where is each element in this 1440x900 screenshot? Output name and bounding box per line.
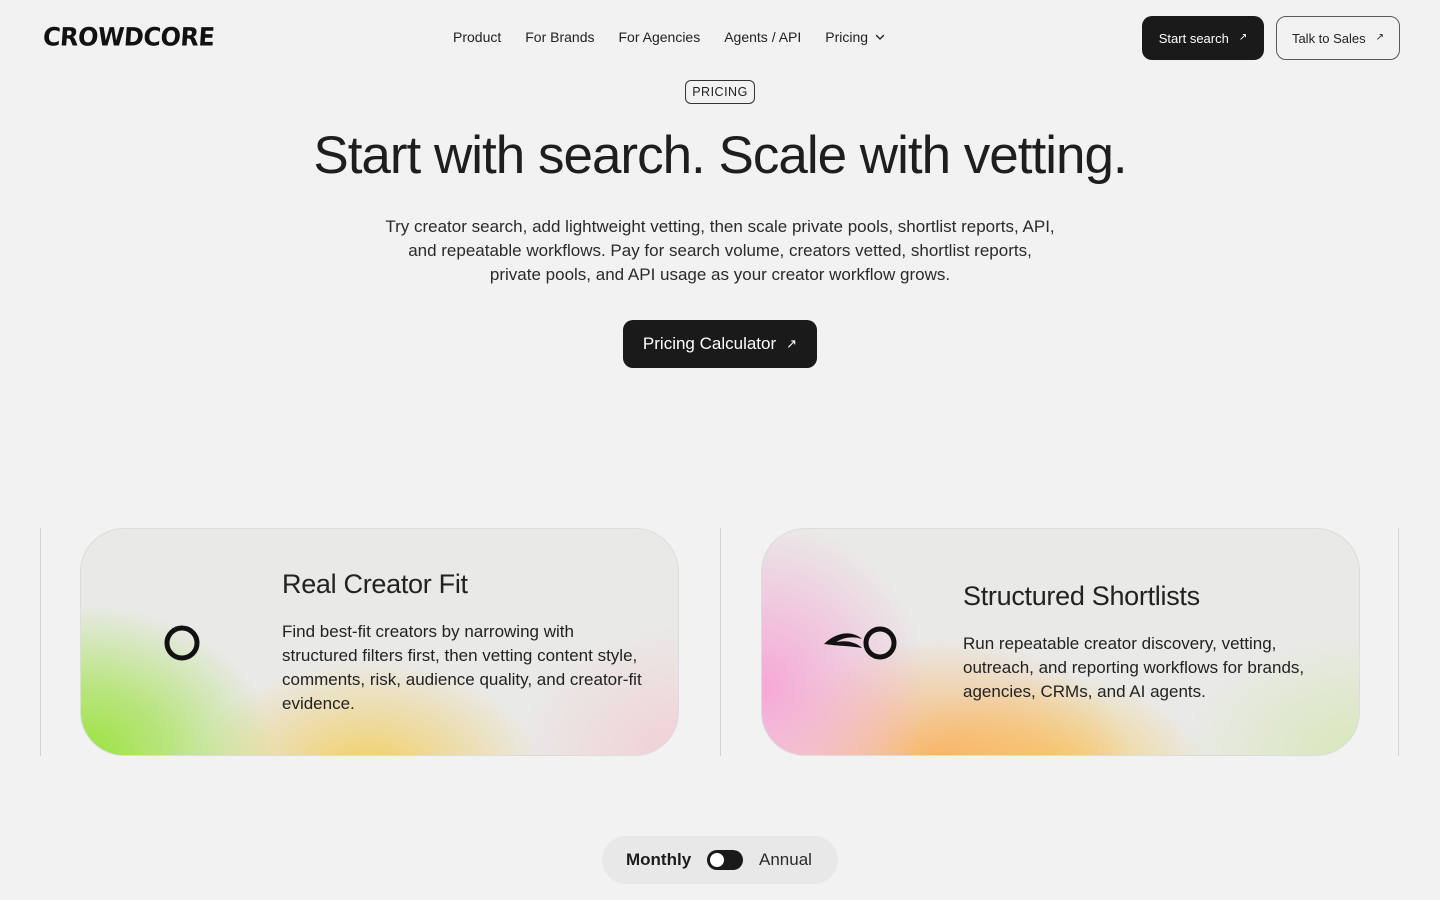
nav-label: Agents / API [724,29,802,45]
divider [720,528,721,756]
hero-subtitle-line: private pools, and API usage as your cre… [489,265,951,284]
talk-to-sales-button[interactable]: Talk to Sales ↗ [1276,16,1400,60]
billing-toggle: Monthly Annual [602,836,838,884]
pricing-calculator-button[interactable]: Pricing Calculator ↗ [623,320,817,368]
pricing-page: CROWDCORE Product For Brands For Agencie… [0,0,1440,900]
start-search-button[interactable]: Start search ↗ [1142,16,1264,60]
nav-item-for-agencies[interactable]: For Agencies [619,28,701,46]
talk-to-sales-label: Talk to Sales [1291,30,1366,46]
pricing-badge: PRICING [685,80,755,104]
arrow-up-right-icon: ↗ [1375,32,1385,43]
main-nav: Product For Brands For Agencies Agents /… [453,28,886,46]
nav-label: For Agencies [618,29,701,45]
arrow-up-right-icon: ↗ [1238,32,1248,43]
nav-item-product[interactable]: Product [453,28,501,46]
crowdcore-logo[interactable]: CROWDCORE [42,22,215,51]
comet-ring-icon [824,626,897,660]
billing-monthly-label[interactable]: Monthly [626,849,691,871]
nav-label: For Brands [525,29,595,45]
divider [40,528,41,756]
nav-label: Pricing [825,29,869,45]
ring-icon [164,625,200,661]
nav-item-pricing[interactable]: Pricing [825,28,886,46]
card-title: Structured Shortlists [963,581,1200,611]
divider [1398,528,1399,756]
nav-item-for-brands[interactable]: For Brands [525,28,594,46]
nav-item-agents-api[interactable]: Agents / API [724,28,801,46]
page-title: Start with search. Scale with vetting. [313,126,1127,185]
site-header: CROWDCORE Product For Brands For Agencie… [0,0,1440,76]
card-title: Real Creator Fit [282,569,468,599]
nav-label: Product [453,29,502,45]
feature-card-real-creator-fit: Real Creator Fit Find best-fit creators … [80,528,679,756]
start-search-label: Start search [1158,30,1229,46]
hero-subtitle-line: Try creator search, add lightweight vett… [385,217,1055,236]
pricing-calculator-label: Pricing Calculator [642,334,777,353]
billing-switch[interactable] [707,850,743,870]
card-text: Run repeatable creator discovery, vettin… [963,634,1305,701]
switch-knob [710,853,724,867]
chevron-down-icon [875,34,885,40]
arrow-up-right-icon: ↗ [786,336,798,351]
hero-subtitle: Try creator search, add lightweight vett… [350,215,1090,287]
card-text: Find best-fit creators by narrowing with… [282,622,642,713]
hero-subtitle-line: and repeatable workflows. Pay for search… [408,241,1032,260]
billing-annual-label[interactable]: Annual [759,849,812,871]
feature-card-structured-shortlists: Structured Shortlists Run repeatable cre… [761,528,1360,756]
